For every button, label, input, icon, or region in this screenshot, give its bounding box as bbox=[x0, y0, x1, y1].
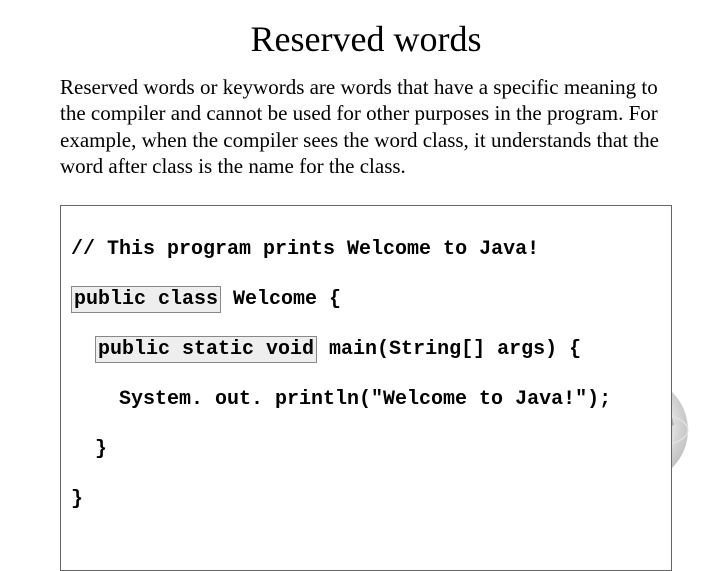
slide: Reserved words Reserved words or keyword… bbox=[0, 0, 720, 540]
code-line-3: public static void main(String[] args) { bbox=[71, 337, 661, 362]
code-line-2: public class Welcome { bbox=[71, 287, 661, 312]
code-text: System. out. println("Welcome to Java!")… bbox=[71, 387, 611, 412]
code-text: main(String[] args) { bbox=[317, 338, 581, 361]
keyword-highlight-2: public static void bbox=[95, 336, 317, 363]
slide-title: Reserved words bbox=[60, 18, 672, 60]
code-line-4: System. out. println("Welcome to Java!")… bbox=[71, 387, 661, 412]
code-text: Welcome { bbox=[221, 288, 341, 311]
code-line-1: // This program prints Welcome to Java! bbox=[71, 237, 661, 262]
slide-body: Reserved words or keywords are words tha… bbox=[60, 74, 672, 179]
code-line-6: } bbox=[71, 487, 661, 512]
code-line-5: } bbox=[71, 437, 661, 462]
code-block: // This program prints Welcome to Java! … bbox=[60, 205, 672, 571]
keyword-highlight-1: public class bbox=[71, 286, 221, 313]
code-text: } bbox=[71, 437, 107, 462]
